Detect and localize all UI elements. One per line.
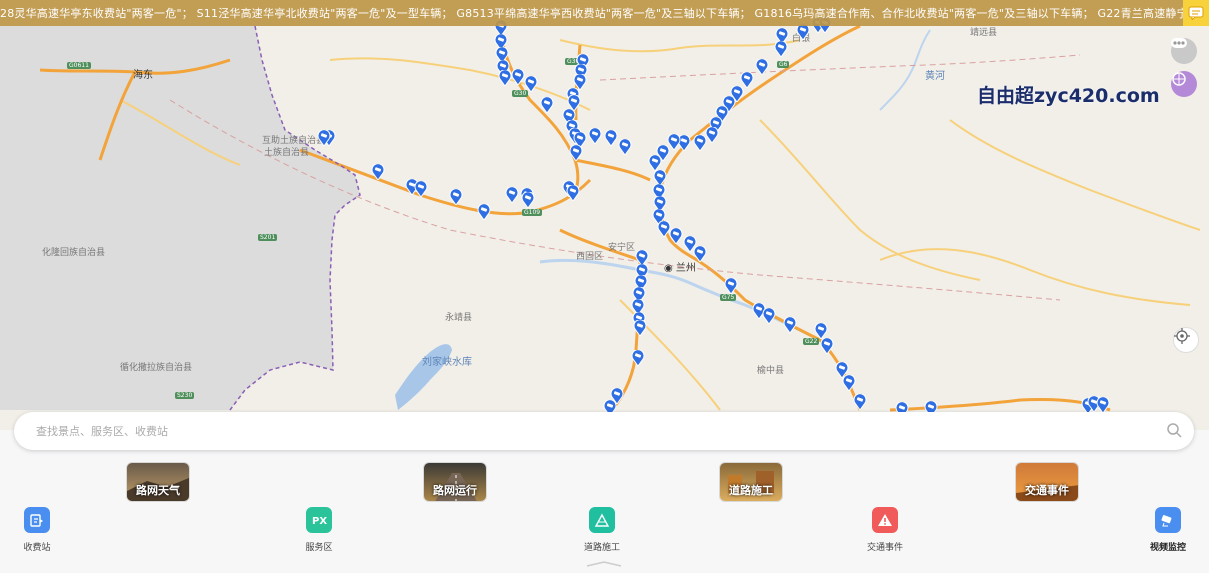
camera-pin[interactable]	[414, 181, 428, 197]
quick-service-area[interactable]: PX 服务区	[289, 507, 349, 553]
camera-pin[interactable]	[573, 74, 587, 90]
camera-pin[interactable]	[569, 145, 583, 161]
layers-toggle-button[interactable]	[1171, 71, 1197, 97]
category-label: 路网运行	[433, 484, 477, 497]
ticker-text: 28灵华高速华亭东收费站"两客一危"； S11泾华高速华亭北收费站"两客一危"及…	[0, 7, 1209, 20]
message-button[interactable]	[1183, 0, 1209, 26]
bottom-panel: 路网天气 路网运行 道路施工 交通事件 收费站 PX 服务区 道路施工 交通事件…	[0, 430, 1209, 573]
category-road-construction[interactable]: 道路施工	[719, 462, 783, 502]
notice-ticker[interactable]: 28灵华高速华亭东收费站"两客一危"； S11泾华高速华亭北收费站"两客一危"及…	[0, 0, 1209, 26]
camera-pin[interactable]	[449, 189, 463, 205]
satellite-icon	[1172, 72, 1186, 86]
quick-label: 服务区	[305, 543, 333, 553]
message-icon	[1188, 6, 1204, 20]
camera-pin[interactable]	[604, 130, 618, 146]
watermark: 自由超zyc420.com	[977, 85, 1160, 107]
map-label-hualong: 化隆回族自治县	[42, 248, 106, 258]
camera-pin[interactable]	[774, 41, 788, 57]
camera-pin[interactable]	[705, 127, 719, 143]
category-road-weather[interactable]: 路网天气	[126, 462, 190, 502]
map-label-xunhua: 循化撒拉族自治县	[120, 363, 193, 373]
search-icon[interactable]	[1166, 422, 1182, 438]
app-root: 海东 互助土族自治县 土族自治县 化隆回族自治县 循化撒拉族自治县 永靖县 刘家…	[0, 0, 1209, 573]
search-input[interactable]	[36, 421, 1136, 441]
locate-me-button[interactable]	[1173, 327, 1199, 353]
category-traffic-events[interactable]: 交通事件	[1015, 462, 1079, 502]
search-bar	[14, 412, 1194, 450]
map-label-tuzu2: 土族自治县	[264, 148, 310, 158]
lanzhou-text: 兰州	[675, 263, 696, 274]
camera-pin[interactable]	[618, 139, 632, 155]
camera-pin[interactable]	[853, 394, 867, 410]
quick-construction[interactable]: 道路施工	[572, 507, 632, 553]
camera-pin[interactable]	[820, 338, 834, 354]
camera-pin[interactable]	[498, 70, 512, 86]
quick-traffic-event[interactable]: 交通事件	[855, 507, 915, 553]
road-shield-g6: G6	[777, 61, 790, 68]
toll-station-icon	[24, 507, 50, 533]
category-label: 路网天气	[136, 484, 180, 497]
camera-pin[interactable]	[371, 164, 385, 180]
road-shield-s230: S230	[175, 392, 195, 399]
camera-pin[interactable]	[566, 185, 580, 201]
warning-icon	[872, 507, 898, 533]
camera-pin[interactable]	[521, 192, 535, 208]
camera-pin[interactable]	[783, 317, 797, 333]
service-area-icon: PX	[306, 507, 332, 533]
map-label-huanghe: 黄河	[925, 71, 945, 82]
quick-label: 道路施工	[583, 543, 620, 553]
road-shield-g22: G22	[803, 338, 820, 345]
road-shield-g0611: G0611	[67, 62, 91, 69]
camera-pin[interactable]	[1096, 397, 1110, 413]
camera-pin[interactable]	[317, 130, 331, 146]
road-shield-g75: G75	[720, 294, 737, 301]
map-label-xigu: 西固区	[576, 252, 604, 262]
camera-pin[interactable]	[477, 204, 491, 220]
camera-pin[interactable]	[814, 323, 828, 339]
category-label: 交通事件	[1025, 484, 1069, 497]
camera-pin[interactable]	[724, 278, 738, 294]
quick-toll-station[interactable]: 收费站	[7, 507, 67, 553]
crosshair-icon	[1174, 328, 1190, 344]
camera-pin[interactable]	[540, 97, 554, 113]
construction-icon	[589, 507, 615, 533]
quick-label: 视频监控	[1149, 543, 1186, 553]
map-label-yongjing: 永靖县	[445, 313, 473, 323]
map-view[interactable]: 海东 互助土族自治县 土族自治县 化隆回族自治县 循化撒拉族自治县 永靖县 刘家…	[0, 0, 1209, 430]
quick-label: 交通事件	[866, 543, 903, 553]
svg-text:PX: PX	[312, 516, 327, 526]
camera-pin[interactable]	[505, 187, 519, 203]
quick-video-monitor[interactable]: 视频监控	[1138, 507, 1198, 553]
quick-label: 收费站	[23, 543, 51, 553]
drag-handle[interactable]	[585, 561, 623, 567]
map-label-anning: 安宁区	[608, 243, 636, 253]
traffic-toggle-button[interactable]	[1171, 38, 1197, 64]
camera-pin[interactable]	[648, 155, 662, 171]
camera-pin[interactable]	[524, 76, 538, 92]
camera-pin[interactable]	[511, 69, 525, 85]
camera-pin[interactable]	[693, 246, 707, 262]
map-label-lanzhou: ◉ 兰州	[664, 263, 696, 274]
map-label-jingyuan: 靖远县	[970, 28, 998, 38]
category-label: 道路施工	[729, 484, 773, 497]
road-shield-g109: G109	[522, 209, 543, 216]
traffic-dots-icon	[1171, 38, 1187, 48]
camera-pin[interactable]	[669, 228, 683, 244]
camera-pin[interactable]	[631, 350, 645, 366]
map-label-liujiaxia: 刘家峡水库	[422, 357, 472, 368]
camera-pin[interactable]	[693, 135, 707, 151]
category-road-operation[interactable]: 路网运行	[423, 462, 487, 502]
map-label-yuzhong: 榆中县	[757, 366, 785, 376]
camera-icon	[1155, 507, 1181, 533]
camera-pin[interactable]	[796, 24, 810, 40]
camera-pin[interactable]	[755, 59, 769, 75]
camera-pin[interactable]	[588, 128, 602, 144]
camera-pin[interactable]	[762, 308, 776, 324]
map-label-haidong: 海东	[133, 70, 153, 81]
camera-pin[interactable]	[842, 375, 856, 391]
road-shield-s201: S201	[258, 234, 278, 241]
camera-pin[interactable]	[633, 320, 647, 336]
